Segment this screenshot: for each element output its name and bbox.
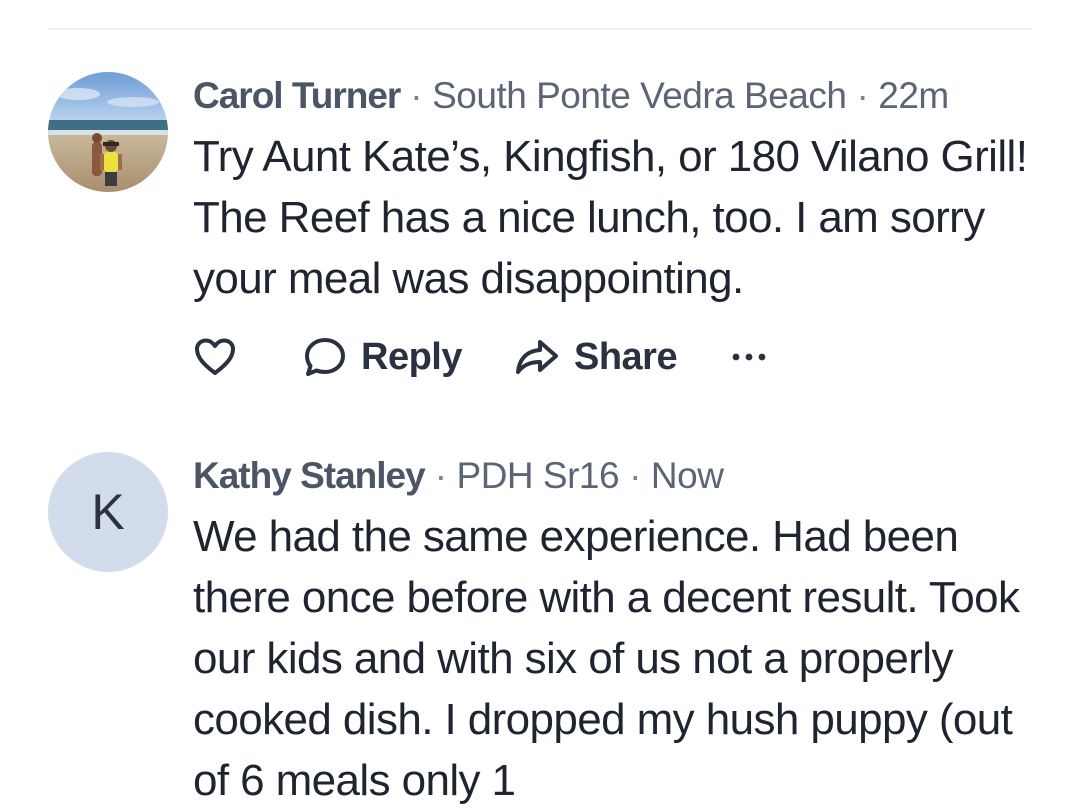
comment-actions: Reply Share [193,329,1038,385]
reply-label: Reply [361,335,462,378]
top-divider [48,28,1032,30]
comment-meta: Kathy Stanley · PDH Sr16 · Now [193,452,1038,500]
comment-meta: Carol Turner · South Ponte Vedra Beach · 22m [193,72,1038,120]
meta-separator: · [434,455,447,496]
reply-button[interactable]: Reply [303,336,462,379]
meta-separator: · [410,75,423,116]
speech-bubble-icon [305,338,345,376]
ellipsis-icon [732,353,766,361]
author-name[interactable]: Carol Turner [193,75,401,116]
share-label: Share [573,335,678,378]
comments-screen: Carol Turner · South Ponte Vedra Beach · 22m… [0,0,1080,808]
meta-separator: · [629,455,641,496]
share-button[interactable]: Share [514,335,678,379]
comment-time: 22m [878,75,949,116]
author-location: PDH Sr16 [456,455,620,496]
beach-photo-avatar [48,72,168,192]
like-button[interactable] [193,337,239,377]
comment-text: Try Aunt Kate’s, Kingfish, or 180 Vilano… [193,132,1028,303]
comment-time: Now [650,455,724,496]
share-arrow-icon [515,340,558,374]
avatar[interactable] [48,72,168,192]
avatar-initial: K [91,484,125,540]
comment-text: We had the same experience. Had been the… [193,512,1020,805]
avatar[interactable]: K [48,452,168,572]
heart-icon [195,338,235,375]
author-name[interactable]: Kathy Stanley [193,455,426,496]
meta-separator: · [856,75,869,116]
author-location: South Ponte Vedra Beach [432,75,847,116]
more-options-button[interactable] [731,352,767,362]
